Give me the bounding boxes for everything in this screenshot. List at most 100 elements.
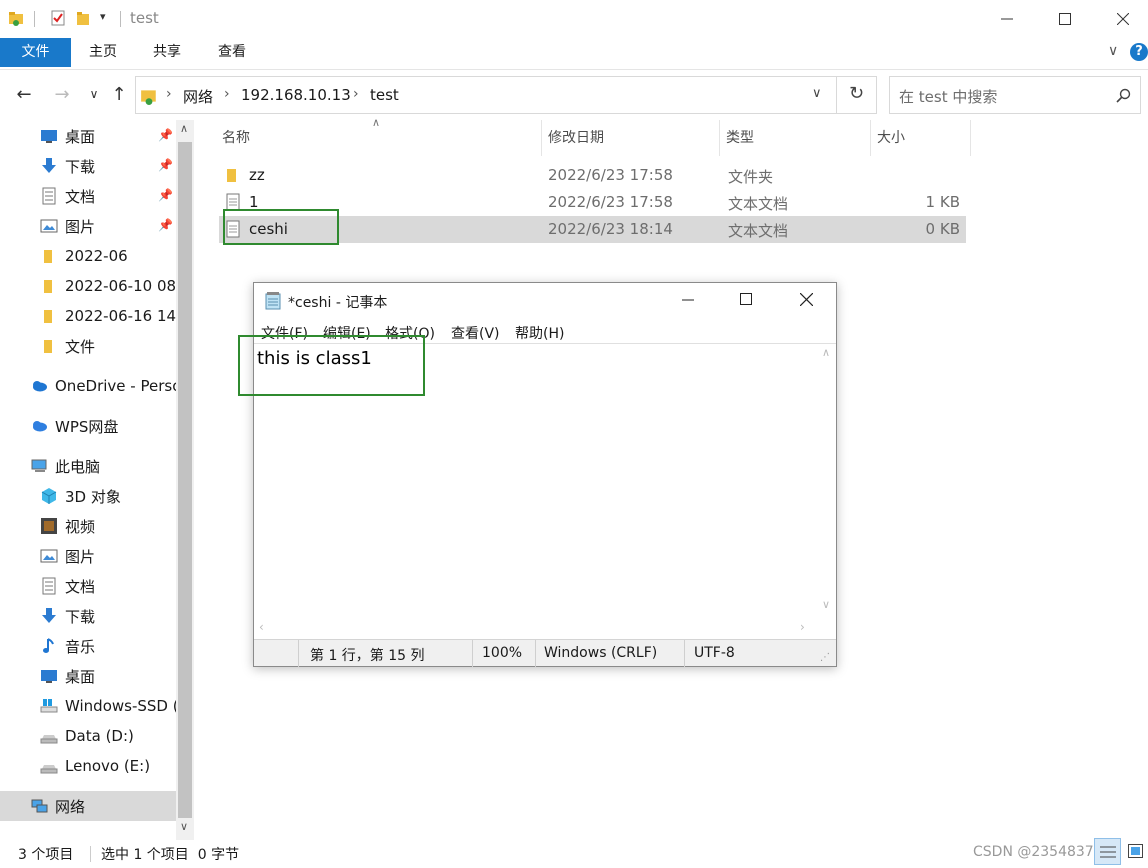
help-icon[interactable]: ? bbox=[1130, 43, 1148, 61]
up-button[interactable]: ↑ bbox=[107, 82, 131, 106]
download-icon bbox=[42, 158, 56, 173]
back-button[interactable]: ← bbox=[12, 82, 36, 106]
computer-icon bbox=[31, 459, 47, 472]
notepad-line-ending: Windows (CRLF) bbox=[544, 645, 658, 661]
chevron-right-icon[interactable]: › bbox=[166, 86, 172, 102]
tab-home[interactable]: 主页 bbox=[71, 38, 135, 67]
nav-item-pc-pictures[interactable]: 图片 bbox=[40, 541, 176, 571]
notepad-minimize-button[interactable] bbox=[682, 291, 694, 309]
selection-info: 选中 1 个项目 0 字节 bbox=[101, 847, 240, 863]
pin-icon[interactable]: 📌 bbox=[158, 218, 173, 232]
folder-icon bbox=[44, 310, 52, 323]
scroll-left-icon[interactable]: ‹ bbox=[259, 620, 264, 634]
nav-item-pc-downloads[interactable]: 下载 bbox=[40, 601, 176, 631]
breadcrumb-test[interactable]: test bbox=[370, 86, 399, 104]
maximize-button[interactable] bbox=[1036, 0, 1094, 38]
nav-item-drive-d[interactable]: Data (D:) bbox=[40, 721, 176, 751]
navigation-pane: 桌面 📌 下载 📌 文档 📌 图片 📌 2022-06 2022-06-10 0… bbox=[0, 120, 196, 840]
breadcrumb-host[interactable]: 192.168.10.13 bbox=[241, 86, 351, 104]
recent-locations-button[interactable]: ∨ bbox=[82, 82, 106, 106]
pictures-icon bbox=[40, 219, 58, 233]
nav-item-network[interactable]: 网络 bbox=[0, 791, 176, 821]
breadcrumb-network[interactable]: 网络 bbox=[183, 86, 213, 107]
details-view-button[interactable] bbox=[1094, 838, 1121, 865]
pin-icon[interactable]: 📌 bbox=[158, 188, 173, 202]
file-row-zz[interactable]: zz 2022/6/23 17:58 文件夹 bbox=[219, 162, 966, 189]
notepad-close-button[interactable] bbox=[799, 292, 814, 310]
scroll-right-icon[interactable]: › bbox=[800, 620, 805, 634]
nav-item-3d-objects[interactable]: 3D 对象 bbox=[40, 481, 176, 511]
navigation-bar: ← → ∨ ↑ › 网络 › 192.168.10.13 › test ∨ ↻ … bbox=[0, 70, 1148, 120]
nav-item-onedrive[interactable]: OneDrive - Perso bbox=[30, 371, 176, 401]
arrow-up-icon: ↑ bbox=[111, 83, 127, 105]
folder-icon bbox=[227, 169, 236, 182]
search-placeholder: 在 test 中搜索 bbox=[899, 88, 998, 106]
highlight-box-content bbox=[238, 335, 425, 396]
3d-objects-icon bbox=[41, 488, 57, 504]
forward-button[interactable]: → bbox=[50, 82, 74, 106]
scroll-up-icon[interactable]: ∧ bbox=[822, 346, 830, 359]
minimize-icon bbox=[682, 299, 694, 301]
resize-grip-icon[interactable]: ⋰ bbox=[820, 652, 830, 663]
column-header-type[interactable]: 类型 bbox=[720, 120, 871, 156]
chevron-right-icon[interactable]: › bbox=[353, 86, 359, 102]
video-icon bbox=[41, 518, 57, 534]
nav-item-folder-files[interactable]: 文件 bbox=[40, 331, 176, 361]
nav-item-folder-2022-06-10[interactable]: 2022-06-10 08. bbox=[40, 271, 176, 301]
pin-icon[interactable]: 📌 bbox=[158, 128, 173, 142]
music-icon bbox=[43, 638, 54, 653]
nav-item-pc-desktop[interactable]: 桌面 bbox=[40, 661, 176, 691]
tab-share[interactable]: 共享 bbox=[135, 38, 199, 67]
scroll-down-icon[interactable]: ∨ bbox=[822, 598, 830, 611]
new-folder-icon[interactable] bbox=[76, 10, 92, 26]
close-icon bbox=[799, 292, 814, 307]
notepad-menu-view[interactable]: 查看(V) bbox=[451, 323, 500, 343]
large-icons-view-button[interactable] bbox=[1124, 838, 1148, 865]
nav-item-drive-e[interactable]: Lenovo (E:) bbox=[40, 751, 176, 781]
column-header-name[interactable]: 名称 bbox=[216, 120, 542, 156]
column-header-date[interactable]: 修改日期 bbox=[542, 120, 720, 156]
nav-item-windows-ssd[interactable]: Windows-SSD ( bbox=[40, 691, 176, 721]
windows-drive-icon bbox=[40, 699, 58, 713]
nav-item-music[interactable]: 音乐 bbox=[40, 631, 176, 661]
tab-file[interactable]: 文件 bbox=[0, 38, 71, 67]
customize-quick-access-chevron-icon[interactable]: ▾ bbox=[100, 10, 106, 23]
nav-item-folder-2022-06-16[interactable]: 2022-06-16 14. bbox=[40, 301, 176, 331]
watermark: CSDN @2354837 bbox=[973, 844, 1094, 860]
pin-icon[interactable]: 📌 bbox=[158, 158, 173, 172]
nav-item-pc-documents[interactable]: 文档 bbox=[40, 571, 176, 601]
nav-item-folder-2022-06[interactable]: 2022-06 bbox=[40, 241, 176, 271]
search-icon[interactable] bbox=[1116, 88, 1131, 103]
drive-icon bbox=[40, 765, 58, 774]
nav-item-documents[interactable]: 文档 📌 bbox=[40, 181, 176, 211]
notepad-icon bbox=[265, 292, 281, 310]
folder-network-icon bbox=[9, 12, 23, 26]
scroll-down-icon[interactable]: ∨ bbox=[180, 820, 188, 833]
address-history-chevron-icon[interactable]: ∨ bbox=[812, 86, 822, 101]
nav-item-this-pc[interactable]: 此电脑 bbox=[30, 451, 176, 481]
notepad-horizontal-scrollbar[interactable]: ‹ › bbox=[254, 619, 836, 639]
nav-item-downloads[interactable]: 下载 📌 bbox=[40, 151, 176, 181]
nav-item-videos[interactable]: 视频 bbox=[40, 511, 176, 541]
nav-pane-scrollbar[interactable]: ∧ ∨ bbox=[176, 120, 194, 840]
expand-ribbon-chevron-icon[interactable]: ∨ bbox=[1108, 43, 1118, 59]
scrollbar-thumb[interactable] bbox=[178, 142, 192, 818]
scroll-up-icon[interactable]: ∧ bbox=[180, 122, 188, 135]
nav-item-pictures[interactable]: 图片 📌 bbox=[40, 211, 176, 241]
column-header-size[interactable]: 大小 bbox=[871, 120, 971, 156]
nav-item-desktop[interactable]: 桌面 📌 bbox=[40, 121, 176, 151]
notepad-menu-help[interactable]: 帮助(H) bbox=[515, 323, 564, 343]
close-icon bbox=[1117, 13, 1129, 25]
tab-view[interactable]: 查看 bbox=[200, 38, 264, 67]
notepad-maximize-button[interactable] bbox=[740, 293, 752, 309]
refresh-icon[interactable]: ↻ bbox=[849, 83, 864, 104]
address-bar[interactable]: › 网络 › 192.168.10.13 › test ∨ ↻ bbox=[135, 76, 877, 114]
search-box[interactable]: 在 test 中搜索 bbox=[889, 76, 1141, 114]
chevron-right-icon[interactable]: › bbox=[224, 86, 230, 102]
nav-item-wps[interactable]: WPS网盘 bbox=[30, 411, 176, 441]
properties-icon[interactable] bbox=[50, 10, 66, 26]
close-button[interactable] bbox=[1094, 0, 1148, 38]
folder-icon bbox=[44, 340, 52, 353]
minimize-button[interactable] bbox=[978, 0, 1036, 38]
notepad-vertical-scrollbar[interactable]: ∧ ∨ bbox=[818, 344, 836, 620]
